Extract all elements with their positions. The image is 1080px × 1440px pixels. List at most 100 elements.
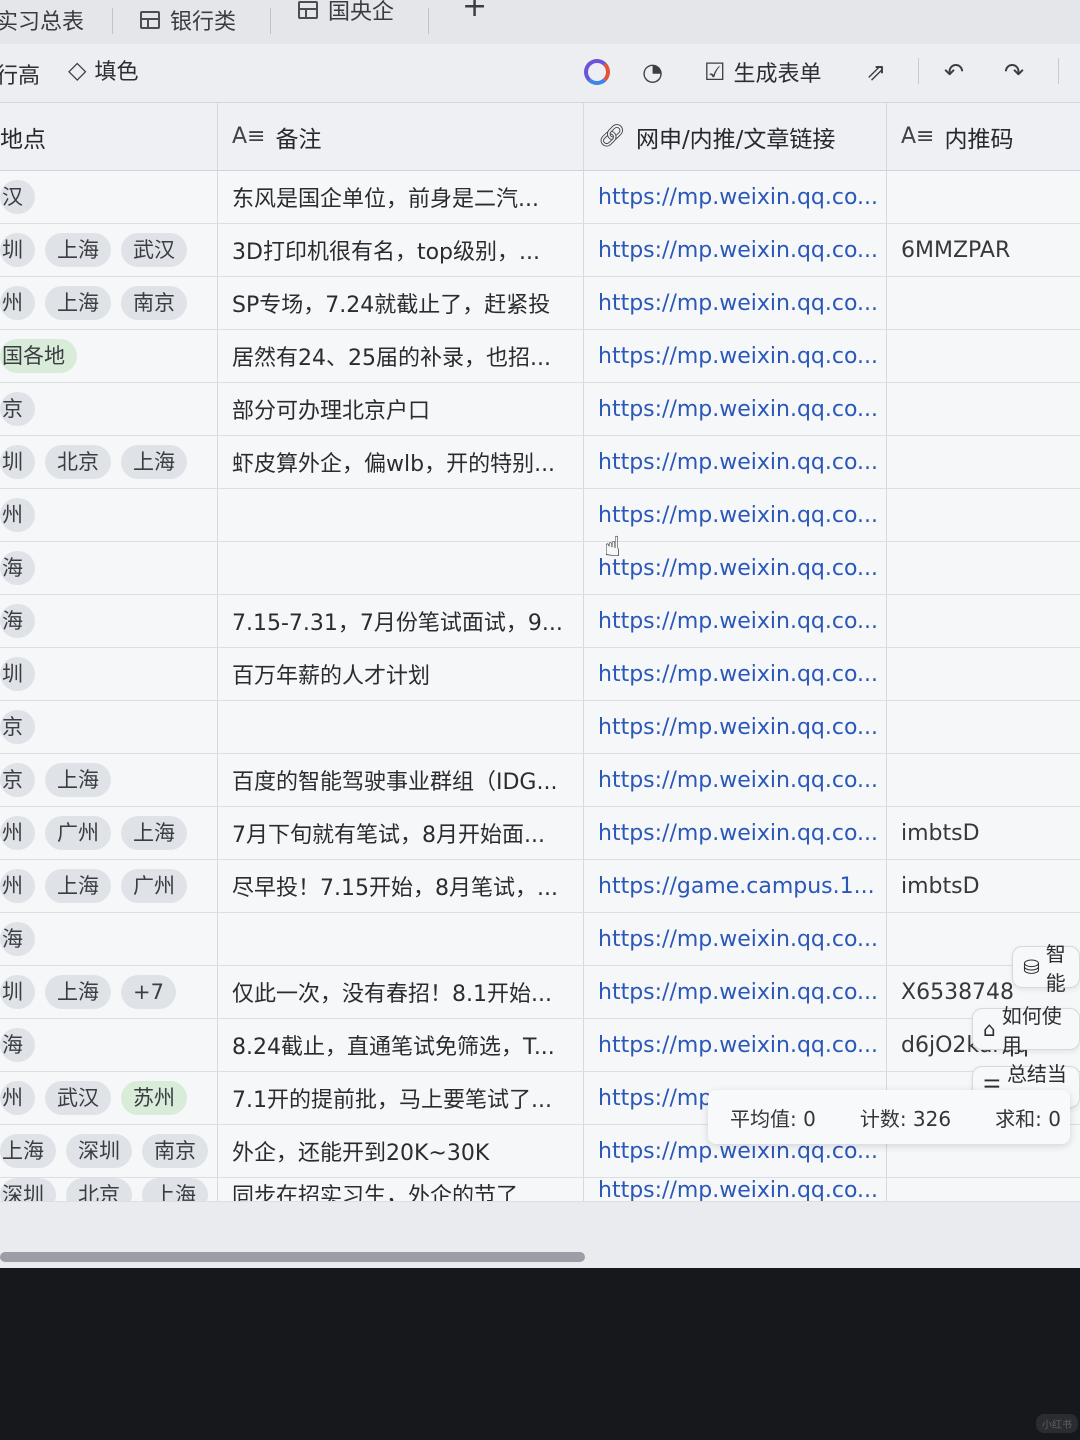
link-text[interactable]: https://mp.weixin.qq.co... <box>598 1033 878 1058</box>
code-cell[interactable]: imbtsD <box>887 860 1080 912</box>
column-header-location[interactable]: 地点 <box>0 103 218 170</box>
smart-assistant-button[interactable]: ⛁ 智能 <box>1012 942 1080 995</box>
note-cell[interactable]: 外企，还能开到20K~30K <box>218 1125 584 1177</box>
location-cell[interactable]: 州 <box>0 489 218 541</box>
code-cell[interactable] <box>887 171 1080 223</box>
location-cell[interactable]: 海 <box>0 913 218 965</box>
table-row[interactable]: 圳上海 +7 仅此一次，没有春招！8.1开始... https://mp.weixin… <box>0 966 1080 1019</box>
location-cell[interactable]: 海 <box>0 1019 218 1071</box>
tab-banks[interactable]: 银行类 <box>140 2 236 38</box>
link-cell[interactable]: https://mp.weixin.qq.co... <box>584 542 887 594</box>
horizontal-scrollbar[interactable] <box>0 1252 585 1262</box>
location-cell[interactable]: 州武汉 苏州 <box>0 1072 218 1124</box>
location-cell[interactable]: 京 <box>0 383 218 435</box>
link-cell[interactable]: https://mp.weixin.qq.co... <box>584 595 887 647</box>
code-cell[interactable] <box>887 595 1080 647</box>
table-row[interactable]: 汉 东风是国企单位，前身是二汽... https://mp.weixin.qq.co… <box>0 171 1080 224</box>
code-cell[interactable] <box>887 1178 1080 1201</box>
table-row[interactable]: 州上海 南京 SP专场，7.24就截止了，赶紧投 https://mp.weixin.… <box>0 277 1080 330</box>
location-cell[interactable]: 国各地 <box>0 330 218 382</box>
link-text[interactable]: https://mp.weixin.qq.co... <box>598 821 878 846</box>
location-cell[interactable]: 汉 <box>0 171 218 223</box>
link-cell[interactable]: https://mp.weixin.qq.co... <box>584 1019 887 1071</box>
table-row[interactable]: 京 https://mp.weixin.qq.co... <box>0 701 1080 754</box>
note-cell[interactable] <box>218 913 584 965</box>
generate-form-button[interactable]: ☑ 生成表单 <box>704 52 822 92</box>
code-cell[interactable] <box>887 754 1080 806</box>
share-button[interactable]: ⇗ <box>866 52 886 92</box>
link-cell[interactable]: https://mp.weixin.qq.co... <box>584 436 887 488</box>
location-cell[interactable]: 海 <box>0 595 218 647</box>
note-cell[interactable] <box>218 701 584 753</box>
table-row[interactable]: 京 部分可办理北京户口 https://mp.weixin.qq.co... <box>0 383 1080 436</box>
table-row[interactable]: 州广州 上海 7月下旬就有笔试，8月开始面... https://mp.weixin.… <box>0 807 1080 860</box>
note-cell[interactable]: 百万年薪的人才计划 <box>218 648 584 700</box>
link-text[interactable]: https://mp.weixin.qq.co... <box>598 927 878 952</box>
table-row[interactable]: 海 https://mp.weixin.qq.co... <box>0 913 1080 966</box>
table-row[interactable]: 深圳 北京 上海 同步在招实习生，外企的节了 https://mp.weixin.qq.… <box>0 1178 1080 1202</box>
link-text[interactable]: https://mp.weixin.qq.co... <box>598 238 878 263</box>
table-row[interactable]: 州 https://mp.weixin.qq.co... <box>0 489 1080 542</box>
code-cell[interactable] <box>887 436 1080 488</box>
location-cell[interactable]: 上海 深圳 南京 <box>0 1125 218 1177</box>
note-cell[interactable] <box>218 489 584 541</box>
location-cell[interactable]: 圳北京 上海 <box>0 436 218 488</box>
how-to-use-button[interactable]: ⌂ 如何使用 <box>972 1004 1080 1057</box>
note-cell[interactable]: 东风是国企单位，前身是二汽... <box>218 171 584 223</box>
location-cell[interactable]: 京上海 <box>0 754 218 806</box>
location-cell[interactable]: 州上海 南京 <box>0 277 218 329</box>
note-cell[interactable]: 3D打印机很有名，top级别，... <box>218 224 584 276</box>
fill-color-button[interactable]: ◇ 填色 <box>68 50 138 90</box>
note-cell[interactable]: 7.1开的提前批，马上要笔试了... <box>218 1072 584 1124</box>
note-cell[interactable]: 同步在招实习生，外企的节了 <box>218 1178 584 1201</box>
link-text[interactable]: https://game.campus.1... <box>598 874 875 899</box>
location-cell[interactable]: 州广州 上海 <box>0 807 218 859</box>
table-row[interactable]: 海 7.15-7.31，7月份笔试面试，9... https://mp.weixin… <box>0 595 1080 648</box>
location-cell[interactable]: 京 <box>0 701 218 753</box>
location-cell[interactable]: 海 <box>0 542 218 594</box>
link-text[interactable]: https://mp.weixin.qq.co... <box>598 715 878 740</box>
note-cell[interactable]: 居然有24、25届的补录，也招... <box>218 330 584 382</box>
code-cell[interactable]: 6MMZPAR <box>887 224 1080 276</box>
link-text[interactable]: https://mp.weixin.qq.co... <box>598 291 878 316</box>
undo-button[interactable]: ↶ <box>944 52 964 92</box>
link-cell[interactable]: https://mp.weixin.qq.co... <box>584 807 887 859</box>
table-row[interactable]: 州上海 广州 尽早投！7.15开始，8月笔试，... https://game.cam… <box>0 860 1080 913</box>
link-cell[interactable]: https://mp.weixin.qq.co... <box>584 754 887 806</box>
link-text[interactable]: https://mp.weixin.qq.co... <box>598 503 878 528</box>
link-cell[interactable]: https://game.campus.1... <box>584 860 887 912</box>
link-cell[interactable]: https://mp.weixin.qq.co... <box>584 966 887 1018</box>
link-text[interactable]: https://mp.weixin.qq.co... <box>598 662 878 687</box>
column-header-note[interactable]: A≡ 备注 <box>218 103 584 170</box>
ai-assistant-button[interactable] <box>584 52 610 92</box>
table-row[interactable]: 京上海 百度的智能驾驶事业群组（IDG... https://mp.weixin.q… <box>0 754 1080 807</box>
column-header-link[interactable]: 🔗︎ 网申/内推/文章链接 <box>584 103 887 170</box>
tab-state-owned[interactable]: 国央企 <box>298 0 394 28</box>
history-button[interactable]: ◔ <box>642 52 663 92</box>
link-cell[interactable]: https://mp.weixin.qq.co... <box>584 913 887 965</box>
note-cell[interactable]: 8.24截止，直通笔试免筛选，T... <box>218 1019 584 1071</box>
code-cell[interactable]: imbtsD <box>887 807 1080 859</box>
table-row[interactable]: 海 https://mp.weixin.qq.co... <box>0 542 1080 595</box>
link-cell[interactable]: https://mp.weixin.qq.co... <box>584 277 887 329</box>
table-row[interactable]: 圳 百万年薪的人才计划 https://mp.weixin.qq.co... <box>0 648 1080 701</box>
note-cell[interactable]: 仅此一次，没有春招！8.1开始... <box>218 966 584 1018</box>
note-cell[interactable]: 部分可办理北京户口 <box>218 383 584 435</box>
link-cell[interactable]: https://mp.weixin.qq.co... <box>584 489 887 541</box>
note-cell[interactable]: 7月下旬就有笔试，8月开始面... <box>218 807 584 859</box>
location-cell[interactable]: 圳上海 武汉 <box>0 224 218 276</box>
code-cell[interactable] <box>887 542 1080 594</box>
column-header-code[interactable]: A≡ 内推码 <box>887 103 1080 170</box>
location-cell[interactable]: 深圳 北京 上海 <box>0 1178 218 1201</box>
note-cell[interactable]: 尽早投！7.15开始，8月笔试，... <box>218 860 584 912</box>
table-row[interactable]: 圳北京 上海 虾皮算外企，偏wlb，开的特别... https://mp.weixin… <box>0 436 1080 489</box>
link-text[interactable]: https://mp.weixin.qq.co... <box>598 397 878 422</box>
note-cell[interactable]: 百度的智能驾驶事业群组（IDG... <box>218 754 584 806</box>
tab-internship-summary[interactable]: 实习总表 <box>0 2 84 38</box>
link-text[interactable]: https://mp.weixin.qq.co... <box>598 768 878 793</box>
link-cell[interactable]: https://mp.weixin.qq.co... <box>584 383 887 435</box>
link-text[interactable]: https://mp.weixin.qq.co... <box>598 556 878 581</box>
code-cell[interactable] <box>887 701 1080 753</box>
code-cell[interactable] <box>887 489 1080 541</box>
link-text[interactable]: https://mp.weixin.qq.co... <box>598 344 878 369</box>
